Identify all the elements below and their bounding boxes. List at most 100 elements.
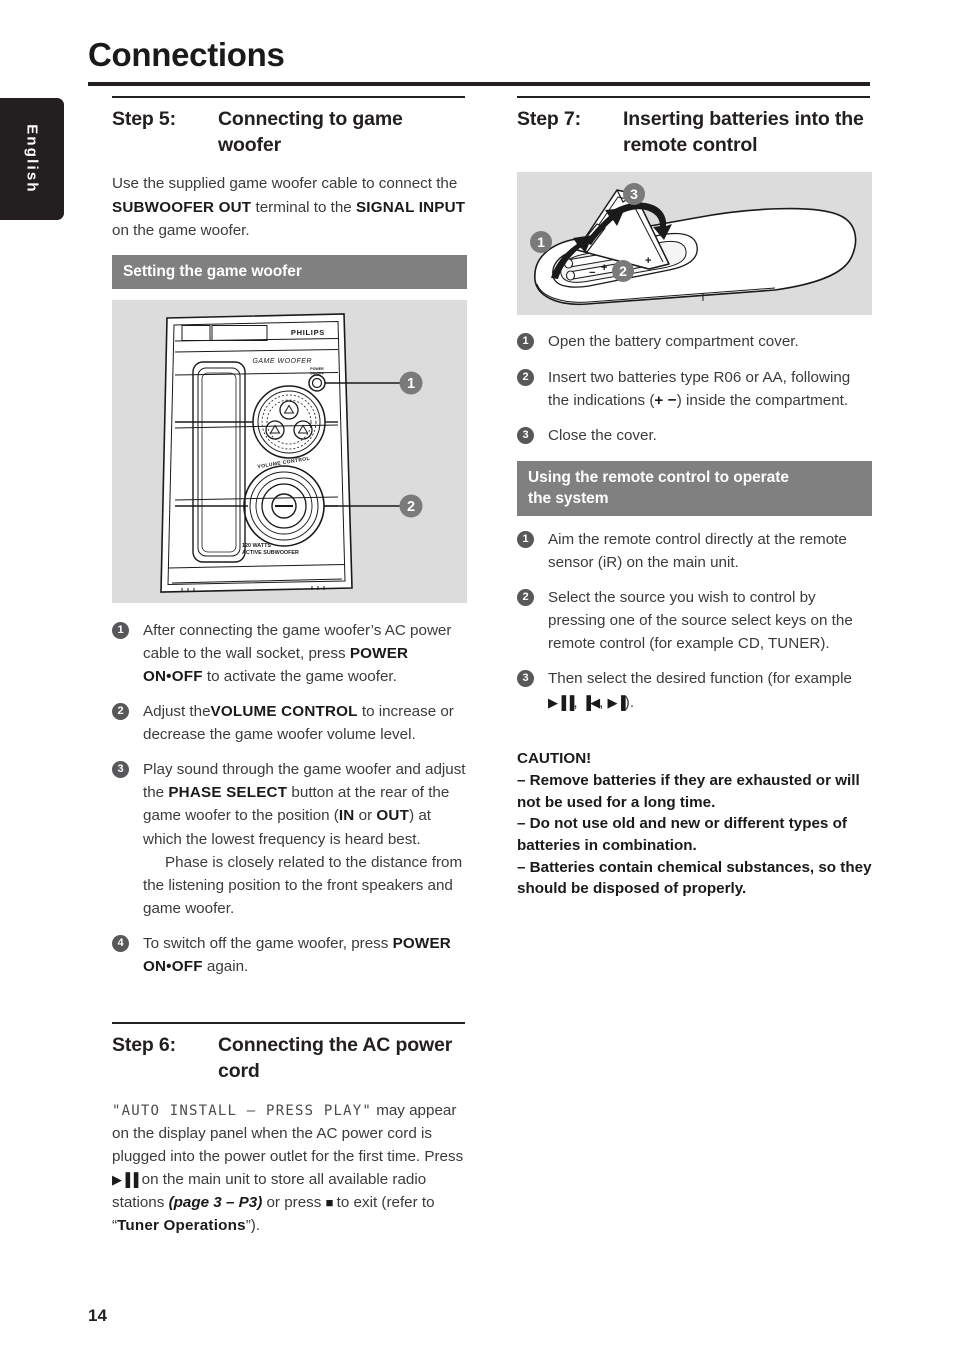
title-divider bbox=[88, 82, 870, 86]
remote-control-illustration: + + − 1 2 3 bbox=[530, 183, 857, 306]
minus-symbol: − bbox=[667, 391, 677, 409]
remote-operation-list: 1 Aim the remote control directly at the… bbox=[517, 528, 872, 714]
in-term: IN bbox=[338, 807, 355, 825]
step5-heading: Step 5: Connecting to game woofer bbox=[112, 107, 467, 158]
step6-title: Connecting the AC power cord bbox=[218, 1034, 453, 1082]
remote-callout-1: 1 bbox=[530, 231, 552, 254]
step5-item4-a: To switch off the game woofer, press bbox=[143, 934, 393, 952]
remote-item1-text: Aim the remote control directly at the r… bbox=[548, 531, 847, 572]
setting-game-woofer-bar: Setting the game woofer bbox=[112, 254, 467, 289]
step5-title: Connecting to game woofer bbox=[218, 108, 403, 156]
game-woofer-model-label: GAME WOOFER bbox=[252, 358, 312, 365]
remote-callout-2: 2 bbox=[612, 260, 634, 283]
battery-plus-mark-2: + bbox=[645, 255, 651, 267]
step6-e: ”). bbox=[245, 1217, 261, 1235]
page-number: 14 bbox=[88, 1306, 107, 1325]
left-column: Step 5: Connecting to game woofer Use th… bbox=[112, 96, 467, 1250]
battery-plus-mark-1: + bbox=[601, 262, 607, 274]
play-pause-icon: ▶▐▐ bbox=[548, 694, 574, 710]
svg-text:3: 3 bbox=[630, 186, 638, 202]
remote-control-figure: + + − 1 2 3 bbox=[517, 172, 872, 316]
caution-title: CAUTION! bbox=[517, 749, 592, 767]
step7-label: Step 7: bbox=[517, 108, 581, 130]
list-item: 2 Insert two batteries type R06 or AA, f… bbox=[517, 366, 872, 412]
step6-label: Step 6: bbox=[112, 1034, 176, 1057]
woofer-callout-1: 1 bbox=[399, 371, 423, 395]
step5-intro-a: Use the supplied game woofer cable to co… bbox=[112, 175, 458, 193]
subwoofer-out-term: SUBWOOFER OUT bbox=[112, 198, 252, 216]
plus-symbol: + bbox=[654, 391, 664, 409]
step5-intro-e: on the game woofer. bbox=[112, 221, 250, 239]
step7-title: Inserting batteries into the remote cont… bbox=[623, 108, 864, 156]
remote-item3-sep1: , bbox=[573, 693, 582, 711]
step7-top-divider bbox=[517, 96, 870, 98]
step5-intro-c: terminal to the bbox=[251, 198, 356, 216]
bullet-number: 3 bbox=[517, 426, 534, 444]
list-item: 3 Play sound through the game woofer and… bbox=[112, 758, 467, 920]
volume-control-term: VOLUME CONTROL bbox=[210, 703, 358, 721]
remote-item3-sep2: , bbox=[599, 693, 608, 711]
list-item: 3 Then select the desired function (for … bbox=[517, 667, 872, 713]
right-column: Step 7: Inserting batteries into the rem… bbox=[517, 96, 872, 900]
signal-input-term: SIGNAL INPUT bbox=[355, 198, 466, 216]
svg-text:2: 2 bbox=[407, 499, 415, 515]
game-woofer-figure: PHILIPS GAME WOOFER POWER ON•OFF · · · V… bbox=[112, 299, 467, 603]
step5-label: Step 5: bbox=[112, 108, 176, 130]
bullet-number: 3 bbox=[517, 670, 534, 688]
bullet-number: 1 bbox=[517, 531, 534, 548]
page-title: Connections bbox=[88, 36, 285, 73]
remote-item3-b: ). bbox=[624, 693, 635, 711]
list-item: 3 Close the cover. bbox=[517, 424, 872, 447]
lcd-display-text: "AUTO INSTALL – PRESS PLAY" bbox=[112, 1102, 372, 1119]
remote-item3-a: Then select the desired function (for ex… bbox=[548, 670, 852, 688]
step5-item2-a: Adjust the bbox=[143, 703, 211, 721]
step5-instruction-list: 1 After connecting the game woofer’s AC … bbox=[112, 619, 467, 978]
step5-top-divider bbox=[112, 96, 465, 98]
step7-item2-b: ) inside the compartment. bbox=[676, 391, 849, 409]
list-item: 2 Adjust theVOLUME CONTROL to increase o… bbox=[112, 700, 467, 746]
remote-callout-3: 3 bbox=[623, 183, 645, 206]
svg-text:1: 1 bbox=[407, 376, 415, 392]
using-remote-bar: Using the remote control to operate the … bbox=[517, 460, 872, 516]
bullet-number: 2 bbox=[517, 368, 534, 386]
list-item: 4 To switch off the game woofer, press P… bbox=[112, 932, 467, 978]
step7-item1-text: Open the battery compartment cover. bbox=[548, 333, 799, 351]
language-tab: English bbox=[0, 98, 64, 220]
watts-label-line1: 120 WATTS bbox=[242, 543, 271, 549]
step5-item1-c: to activate the game woofer. bbox=[202, 668, 397, 686]
previous-track-icon: ▐◀ bbox=[581, 694, 600, 710]
step6-block: Step 6: Connecting the AC power cord "AU… bbox=[112, 1022, 467, 1237]
battery-minus-mark: − bbox=[589, 267, 595, 279]
list-item: 1 After connecting the game woofer’s AC … bbox=[112, 619, 467, 688]
step6-top-divider bbox=[112, 1022, 465, 1025]
using-remote-bar-line1: Using the remote control to operate bbox=[528, 468, 789, 486]
bullet-number: 2 bbox=[112, 703, 129, 721]
game-woofer-illustration: PHILIPS GAME WOOFER POWER ON•OFF · · · V… bbox=[160, 313, 423, 593]
step6-c: or press bbox=[262, 1194, 326, 1212]
step6-heading: Step 6: Connecting the AC power cord bbox=[112, 1033, 467, 1084]
page-reference: (page 3 – P3) bbox=[168, 1194, 263, 1212]
step6-body: "AUTO INSTALL – PRESS PLAY" may appear o… bbox=[112, 1099, 467, 1238]
caution-line-2: – Do not use old and new or different ty… bbox=[517, 815, 847, 854]
svg-text:1: 1 bbox=[537, 234, 545, 250]
tuner-operations-ref: Tuner Operations bbox=[117, 1217, 246, 1235]
bullet-number: 2 bbox=[517, 589, 534, 607]
step7-item3-text: Close the cover. bbox=[548, 426, 657, 444]
step5-item4-c: again. bbox=[202, 958, 249, 976]
phase-select-term: PHASE SELECT bbox=[168, 784, 288, 802]
bullet-number: 4 bbox=[112, 934, 129, 952]
using-remote-bar-line2: the system bbox=[528, 489, 609, 507]
caution-line-3: – Batteries contain chemical substances,… bbox=[517, 858, 872, 898]
list-item: 1 Aim the remote control directly at the… bbox=[517, 528, 872, 574]
svg-text:2: 2 bbox=[619, 263, 627, 279]
bullet-number: 3 bbox=[112, 761, 129, 779]
power-label-line2: ON•OFF bbox=[310, 371, 325, 375]
caution-block: CAUTION! – Remove batteries if they are … bbox=[517, 748, 872, 900]
step5-item3-e: or bbox=[354, 807, 377, 825]
play-pause-icon: ▶▐▐ bbox=[112, 1172, 138, 1188]
step5-item3-phase-note: Phase is closely related to the distance… bbox=[143, 853, 463, 917]
list-item: 1 Open the battery compartment cover. bbox=[517, 330, 872, 353]
list-item: 2 Select the source you wish to control … bbox=[517, 586, 872, 655]
power-label-line1: POWER bbox=[310, 367, 324, 371]
step7-instruction-list: 1 Open the battery compartment cover. 2 … bbox=[517, 330, 872, 446]
